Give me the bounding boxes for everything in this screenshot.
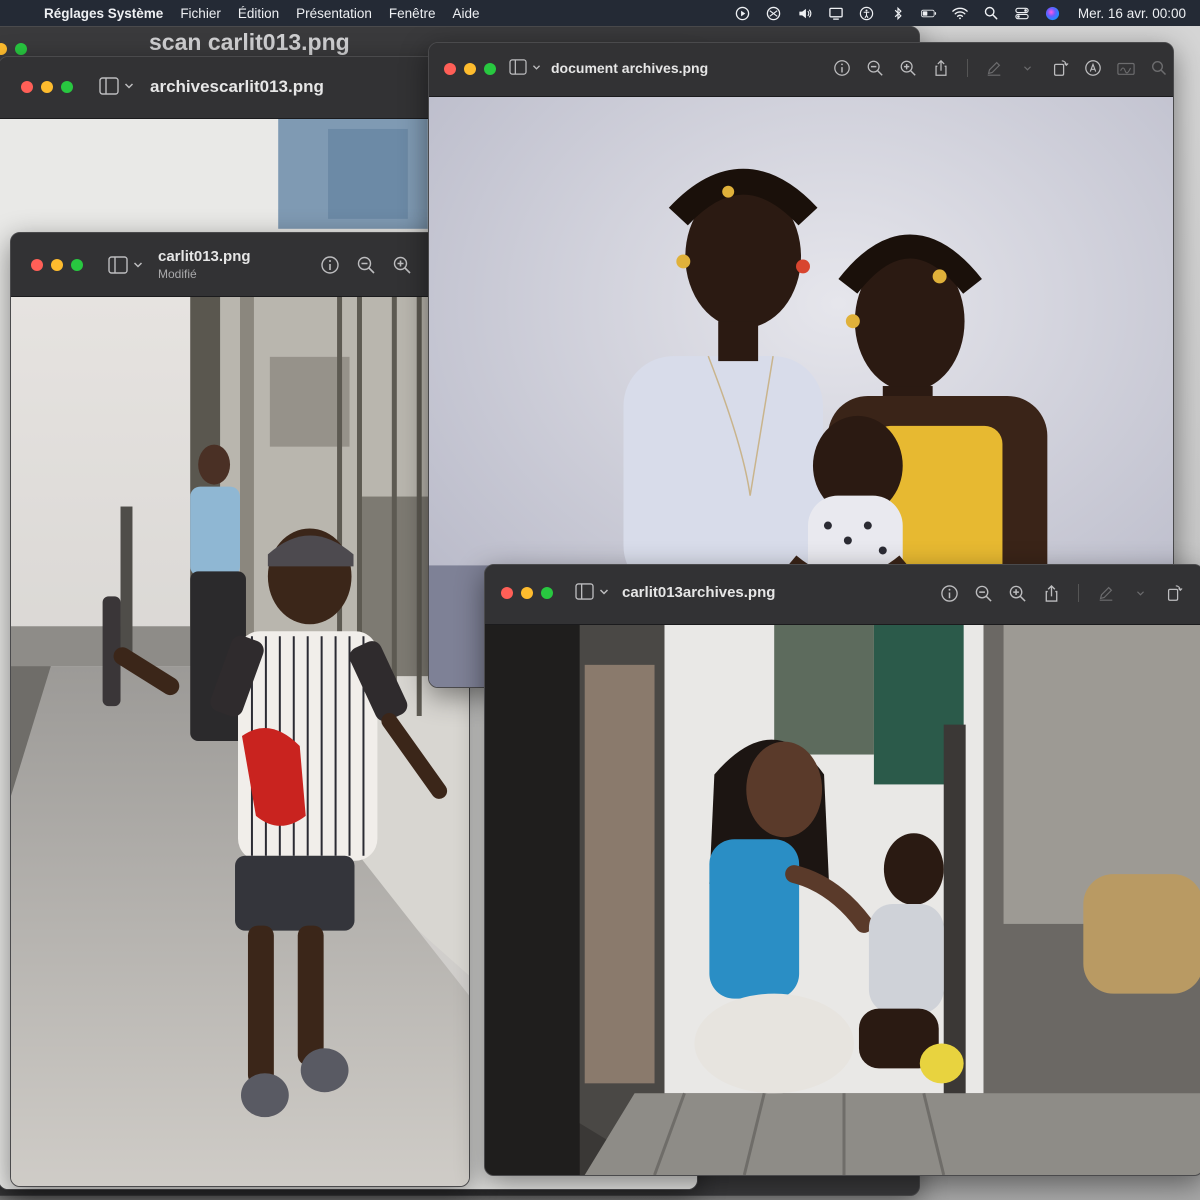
image-canvas	[11, 297, 469, 1186]
chevron-down-icon	[133, 262, 143, 268]
sidebar-toggle-button[interactable]	[108, 256, 143, 274]
window-title: scan carlit013.png	[149, 29, 350, 55]
zoom-button[interactable]	[15, 43, 27, 55]
traffic-lights	[444, 63, 496, 75]
window-carlit013archives[interactable]: carlit013archives.png	[484, 564, 1200, 1176]
traffic-lights	[21, 81, 73, 93]
chevron-down-icon	[532, 64, 541, 70]
menu-app-name[interactable]: Réglages Système	[44, 6, 163, 21]
bluetooth-icon[interactable]	[890, 5, 906, 21]
traffic-lights	[31, 259, 83, 271]
toolbar-separator	[1078, 584, 1079, 602]
window-carlit013[interactable]: carlit013.png Modifié	[10, 232, 470, 1187]
minimize-button[interactable]	[521, 587, 533, 599]
sidebar-icon	[575, 583, 594, 600]
traffic-lights	[501, 587, 553, 599]
sidebar-toggle-button[interactable]	[99, 77, 134, 95]
moon-icon[interactable]	[704, 5, 720, 21]
menu-bar: Réglages Système Fichier Édition Présent…	[0, 0, 1200, 26]
window-title: document archives.png	[551, 60, 709, 76]
toolbar-separator	[967, 59, 968, 77]
display-icon[interactable]	[828, 5, 844, 21]
info-icon[interactable]	[938, 582, 960, 604]
zoom-button[interactable]	[541, 587, 553, 599]
chevron-down-icon	[124, 83, 134, 89]
share-icon[interactable]	[930, 57, 952, 79]
sidebar-icon	[99, 77, 119, 95]
status-area: Mer. 16 avr. 00:00	[704, 0, 1186, 26]
sidebar-toggle-button[interactable]	[575, 583, 609, 600]
image-canvas	[485, 625, 1200, 1175]
zoom-out-icon[interactable]	[864, 57, 886, 79]
zoom-in-icon[interactable]	[391, 254, 413, 276]
sidebar-toggle-button[interactable]	[509, 59, 541, 75]
close-button[interactable]	[21, 81, 33, 93]
sidebar-icon	[509, 59, 527, 75]
annotate-icon[interactable]	[1082, 57, 1104, 79]
menubar-clock[interactable]: Mer. 16 avr. 00:00	[1078, 6, 1186, 21]
battery-icon[interactable]	[920, 5, 937, 21]
play-circle-icon[interactable]	[735, 5, 751, 21]
close-button[interactable]	[501, 587, 513, 599]
zoom-in-icon[interactable]	[1006, 582, 1028, 604]
chevron-down-icon[interactable]	[1129, 582, 1151, 604]
control-center-icon[interactable]	[1014, 5, 1030, 21]
close-button[interactable]	[444, 63, 456, 75]
zoom-button[interactable]	[71, 259, 83, 271]
menu-aide[interactable]: Aide	[452, 6, 479, 21]
markup-pen-icon[interactable]	[1095, 582, 1117, 604]
zoom-out-icon[interactable]	[972, 582, 994, 604]
close-button[interactable]	[31, 259, 43, 271]
minimize-button[interactable]	[464, 63, 476, 75]
siri-icon[interactable]	[1045, 5, 1061, 21]
chevron-down-icon	[599, 588, 609, 595]
zoom-out-icon[interactable]	[355, 254, 377, 276]
search-icon[interactable]	[983, 5, 999, 21]
signature-icon[interactable]	[1115, 57, 1137, 79]
accessibility-icon[interactable]	[859, 5, 875, 21]
traffic-lights	[0, 43, 27, 55]
search-icon[interactable]	[1148, 57, 1170, 79]
minimize-button[interactable]	[41, 81, 53, 93]
share-icon[interactable]	[1040, 582, 1062, 604]
window-titlebar[interactable]: carlit013.png Modifié	[11, 233, 469, 297]
menu-edition[interactable]: Édition	[238, 6, 279, 21]
volume-icon[interactable]	[797, 5, 813, 21]
markup-pen-icon[interactable]	[983, 57, 1005, 79]
menu-presentation[interactable]: Présentation	[296, 6, 372, 21]
window-titlebar[interactable]: document archives.png	[429, 43, 1173, 97]
photo-doorway-mother-child	[485, 625, 1200, 1175]
rotate-icon[interactable]	[1049, 57, 1071, 79]
zoom-in-icon[interactable]	[897, 57, 919, 79]
window-title: carlit013.png	[158, 248, 251, 265]
zoom-button[interactable]	[61, 81, 73, 93]
window-title: carlit013archives.png	[622, 584, 776, 601]
screen-mirror-icon[interactable]	[766, 5, 782, 21]
photo-child-on-sidewalk	[11, 297, 469, 1186]
toolbar	[938, 582, 1185, 604]
menu-fichier[interactable]: Fichier	[180, 6, 221, 21]
toolbar	[831, 57, 1170, 79]
minimize-button[interactable]	[51, 259, 63, 271]
menu-fenetre[interactable]: Fenêtre	[389, 6, 436, 21]
toolbar	[319, 254, 413, 276]
rotate-icon[interactable]	[1163, 582, 1185, 604]
zoom-button[interactable]	[484, 63, 496, 75]
info-icon[interactable]	[319, 254, 341, 276]
chevron-down-icon[interactable]	[1016, 57, 1038, 79]
window-subtitle-status: Modifié	[158, 267, 197, 281]
wifi-icon[interactable]	[952, 5, 968, 21]
window-titlebar[interactable]: carlit013archives.png	[485, 565, 1200, 625]
minimize-button[interactable]	[0, 43, 7, 55]
info-icon[interactable]	[831, 57, 853, 79]
window-title: archivescarlit013.png	[150, 77, 324, 96]
sidebar-icon	[108, 256, 128, 274]
